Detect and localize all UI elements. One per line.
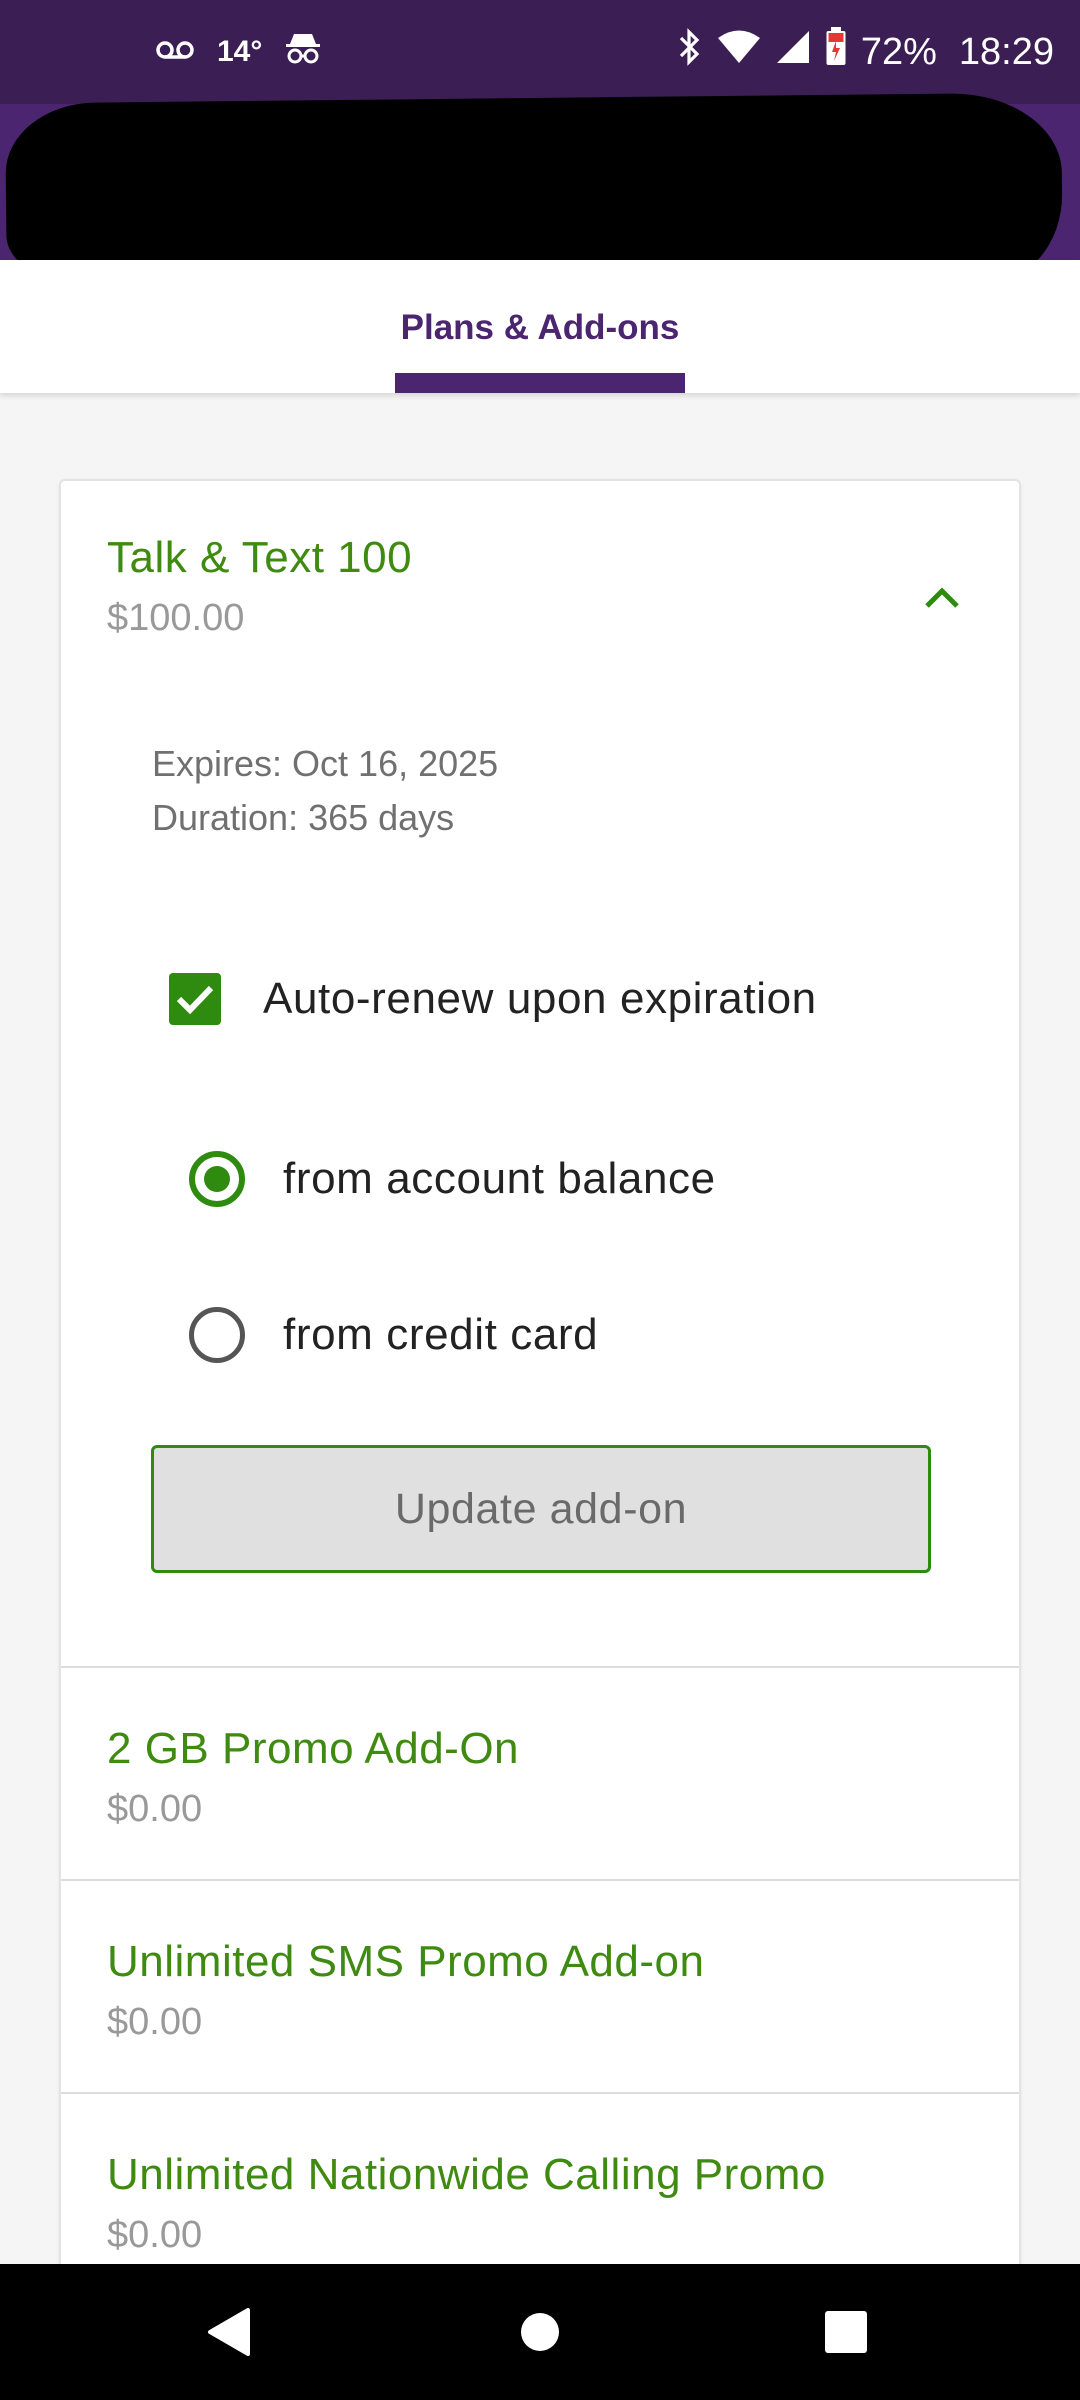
plan-item[interactable]: Unlimited SMS Promo Add-on $0.00 xyxy=(61,1881,1019,2094)
radio-button-unchecked[interactable] xyxy=(189,1307,245,1363)
radio-label: from credit card xyxy=(283,1310,599,1359)
payment-option-account-balance[interactable]: from account balance xyxy=(189,1151,716,1207)
plan-header: Unlimited Nationwide Calling Promo $0.00 xyxy=(107,2150,826,2257)
clock: 18:29 xyxy=(958,30,1054,73)
plan-price: $100.00 xyxy=(107,597,245,639)
back-icon[interactable] xyxy=(169,2264,289,2400)
chevron-up-icon[interactable] xyxy=(917,573,967,623)
plan-header[interactable]: Talk & Text 100 $100.00 xyxy=(107,533,412,640)
bluetooth-icon xyxy=(677,27,703,77)
plan-title: Unlimited SMS Promo Add-on xyxy=(107,1937,705,1986)
expiry-text: Expires: Oct 16, 2025 xyxy=(152,743,499,784)
status-right: 72% 18:29 xyxy=(677,0,1054,104)
plan-item[interactable]: 2 GB Promo Add-On $0.00 xyxy=(61,1668,1019,1881)
auto-renew-checkbox[interactable] xyxy=(169,973,221,1025)
tab-bar: Plans & Add-ons xyxy=(0,260,1080,393)
battery-percent: 72% xyxy=(860,30,937,73)
wifi-icon xyxy=(717,29,761,75)
auto-renew-row[interactable]: Auto-renew upon expiration xyxy=(169,973,817,1025)
auto-renew-label: Auto-renew upon expiration xyxy=(263,974,817,1023)
update-addon-button[interactable]: Update add-on xyxy=(151,1445,931,1573)
plan-price: $0.00 xyxy=(107,1788,203,1830)
duration-text: Duration: 365 days xyxy=(152,797,455,838)
voicemail-icon xyxy=(155,35,195,69)
status-left: 14° xyxy=(155,0,322,104)
tab-plans-addons[interactable]: Plans & Add-ons xyxy=(395,260,685,393)
plan-price: $0.00 xyxy=(107,2214,203,2256)
plan-header: Unlimited SMS Promo Add-on $0.00 xyxy=(107,1937,704,2044)
radio-button-checked[interactable] xyxy=(189,1151,245,1207)
radio-label: from account balance xyxy=(283,1154,716,1203)
plans-list: Talk & Text 100 $100.00 Expires: Oct 16,… xyxy=(59,479,1021,2309)
home-icon[interactable] xyxy=(480,2264,600,2400)
tab-label: Plans & Add-ons xyxy=(400,308,680,347)
plan-title: Talk & Text 100 xyxy=(107,533,413,582)
plan-title: Unlimited Nationwide Calling Promo xyxy=(107,2150,826,2199)
plan-price: $0.00 xyxy=(107,2001,203,2043)
plan-title: 2 GB Promo Add-On xyxy=(107,1724,520,1773)
system-nav-bar xyxy=(0,2264,1080,2400)
incognito-icon xyxy=(284,31,322,73)
payment-option-credit-card[interactable]: from credit card xyxy=(189,1307,598,1363)
plan-details: Expires: Oct 16, 2025 Duration: 365 days xyxy=(152,737,498,845)
tab-selected-indicator xyxy=(395,373,685,393)
plan-item-expanded: Talk & Text 100 $100.00 Expires: Oct 16,… xyxy=(61,481,1019,1668)
signal-icon xyxy=(775,29,811,75)
status-bar: 14° 72% 18:29 xyxy=(0,0,1080,104)
recents-icon[interactable] xyxy=(786,2264,906,2400)
battery-icon xyxy=(825,27,847,77)
plan-header: 2 GB Promo Add-On $0.00 xyxy=(107,1724,519,1831)
temperature: 14° xyxy=(217,35,263,68)
